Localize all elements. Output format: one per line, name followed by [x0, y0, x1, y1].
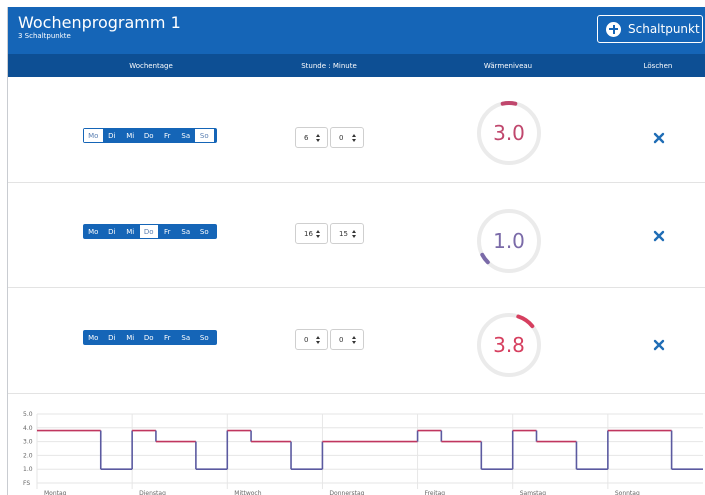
sort-arrows-icon — [352, 230, 357, 239]
heat-level-value: 1.0 — [493, 229, 525, 253]
chart-x-tick-label: Mittwoch — [234, 490, 261, 495]
day-toggle-di[interactable]: Di — [103, 331, 122, 344]
day-toggle-mo[interactable]: Mo — [84, 225, 103, 238]
heat-level-value: 3.8 — [493, 333, 525, 357]
program-header: Wochenprogramm 1 3 Schaltpunkte Schaltpu… — [8, 7, 705, 54]
day-toggle-mo[interactable]: Mo — [84, 331, 103, 344]
chart-y-tick-label: 5.0 — [23, 411, 33, 418]
day-toggle-fr[interactable]: Fr — [158, 225, 177, 238]
chart-y-tick-label: 1.0 — [23, 466, 33, 473]
add-switchpoint-button[interactable]: Schaltpunkt — [597, 15, 703, 43]
delete-icon[interactable] — [653, 339, 665, 351]
program-title: Wochenprogramm 1 — [18, 13, 181, 32]
day-toggle-so[interactable]: So — [195, 129, 214, 142]
delete-icon[interactable] — [653, 230, 665, 242]
day-toggle-sa[interactable]: Sa — [177, 331, 196, 344]
minute-select[interactable]: 15 — [330, 223, 364, 244]
table-header: Wochentage Stunde : Minute Wärmeniveau L… — [8, 54, 705, 77]
hour-value: 6 — [304, 133, 309, 142]
day-toggle-do[interactable]: Do — [140, 129, 159, 142]
heat-level-value: 3.0 — [493, 121, 525, 145]
sort-arrows-icon — [316, 134, 321, 143]
column-header-weekdays: Wochentage — [129, 62, 173, 70]
hour-value: 16 — [304, 229, 313, 238]
column-header-time: Stunde : Minute — [301, 62, 357, 70]
heat-level-gauge[interactable]: 1.0 — [476, 208, 542, 274]
chart-x-tick-label: Sonntag — [615, 490, 640, 495]
add-switchpoint-label: Schaltpunkt — [628, 22, 700, 36]
column-header-delete: Löschen — [643, 62, 673, 70]
weekday-selector: Mo Di Mi Do Fr Sa So — [83, 224, 217, 239]
minute-select[interactable]: 0 — [330, 329, 364, 350]
chart-y-tick-label: 2.0 — [23, 452, 33, 459]
day-toggle-di[interactable]: Di — [103, 129, 122, 142]
table-row: Mo Di Mi Do Fr Sa So 0 0 3.8 — [8, 288, 705, 394]
table-row: Mo Di Mi Do Fr Sa So 6 0 3.0 — [8, 77, 705, 183]
day-toggle-fr[interactable]: Fr — [158, 129, 177, 142]
chart-y-tick-label: 3.0 — [23, 439, 33, 446]
minute-value: 0 — [339, 133, 344, 142]
day-toggle-mo[interactable]: Mo — [84, 129, 103, 142]
column-header-level: Wärmeniveau — [483, 62, 533, 70]
day-toggle-do[interactable]: Do — [140, 331, 159, 344]
weekday-selector: Mo Di Mi Do Fr Sa So — [83, 330, 217, 345]
chart-y-tick-label: FS — [23, 480, 30, 487]
program-panel: Wochenprogramm 1 3 Schaltpunkte Schaltpu… — [7, 7, 705, 495]
day-toggle-mi[interactable]: Mi — [121, 225, 140, 238]
hour-select[interactable]: 16 — [295, 223, 328, 244]
hour-select[interactable]: 0 — [295, 329, 328, 350]
chart-x-tick-label: Freitag — [425, 490, 446, 495]
day-toggle-fr[interactable]: Fr — [158, 331, 177, 344]
minute-value: 15 — [339, 229, 348, 238]
day-toggle-so[interactable]: So — [195, 331, 214, 344]
program-subtitle: 3 Schaltpunkte — [18, 32, 71, 40]
chart-x-tick-label: Dienstag — [139, 490, 166, 495]
sort-arrows-icon — [352, 336, 357, 345]
heat-level-gauge[interactable]: 3.8 — [476, 312, 542, 378]
sort-arrows-icon — [316, 336, 321, 345]
day-toggle-mi[interactable]: Mi — [121, 129, 140, 142]
minute-value: 0 — [339, 335, 344, 344]
table-row: Mo Di Mi Do Fr Sa So 16 15 1.0 — [8, 183, 705, 288]
hour-value: 0 — [304, 335, 309, 344]
day-toggle-di[interactable]: Di — [103, 225, 122, 238]
sort-arrows-icon — [352, 134, 357, 143]
weekday-selector: Mo Di Mi Do Fr Sa So — [83, 128, 217, 143]
day-toggle-mi[interactable]: Mi — [121, 331, 140, 344]
day-toggle-so[interactable]: So — [195, 225, 214, 238]
chart-y-tick-label: 4.0 — [23, 425, 33, 432]
delete-icon[interactable] — [653, 132, 665, 144]
sort-arrows-icon — [316, 230, 321, 239]
heat-level-gauge[interactable]: 3.0 — [476, 100, 542, 166]
day-toggle-do[interactable]: Do — [139, 225, 158, 238]
chart-x-tick-label: Donnerstag — [329, 490, 364, 495]
day-toggle-sa[interactable]: Sa — [177, 129, 196, 142]
weekly-schedule-chart: 5.0 4.0 3.0 2.0 1.0 FS Montag Dienstag Mittwoch D… — [23, 411, 703, 495]
plus-circle-icon — [606, 21, 621, 37]
day-toggle-sa[interactable]: Sa — [177, 225, 196, 238]
chart-x-tick-label: Montag — [44, 490, 67, 495]
hour-select[interactable]: 6 — [295, 127, 328, 148]
minute-select[interactable]: 0 — [330, 127, 364, 148]
chart-x-tick-label: Samstag — [520, 490, 546, 495]
